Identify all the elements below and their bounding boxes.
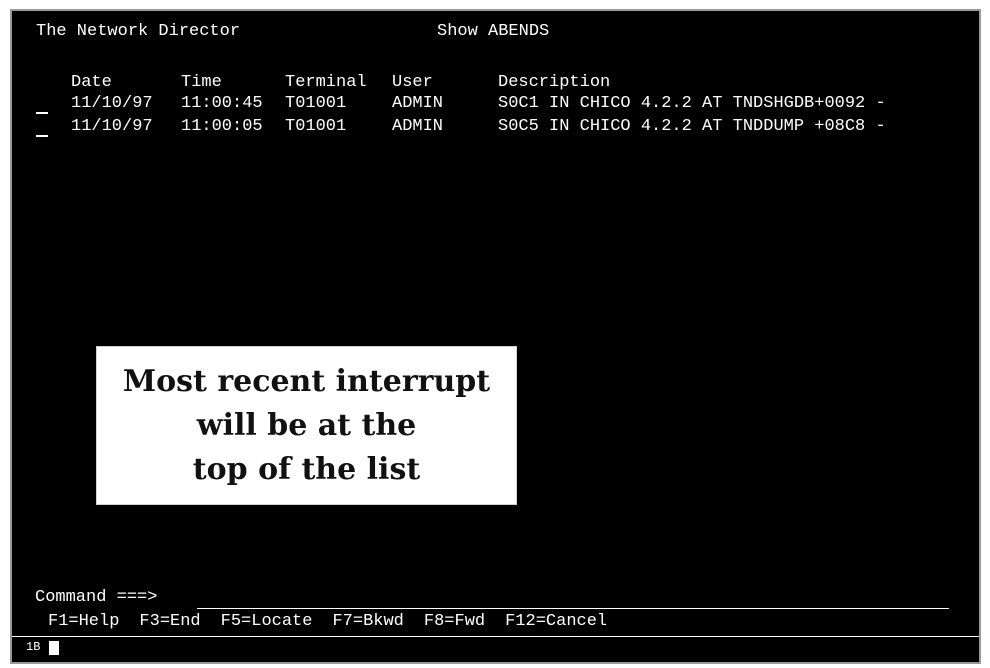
- f5-locate-key[interactable]: F5=Locate: [221, 612, 313, 632]
- f7-backward-key[interactable]: F7=Bkwd: [332, 612, 403, 632]
- row-time: 11:00:05: [181, 117, 263, 136]
- column-header-terminal: Terminal: [285, 73, 367, 92]
- f1-help-key[interactable]: F1=Help: [48, 612, 119, 632]
- status-indicator: 1B: [26, 640, 41, 654]
- command-input[interactable]: [197, 589, 949, 609]
- row-date: 11/10/97: [71, 94, 153, 113]
- row-select-field[interactable]: [36, 123, 48, 137]
- row-user: ADMIN: [392, 117, 444, 136]
- callout-line: top of the list: [192, 451, 421, 487]
- f3-end-key[interactable]: F3=End: [139, 612, 200, 632]
- row-select-field[interactable]: [36, 100, 48, 114]
- column-header-user: User: [392, 73, 433, 92]
- row-description: S0C1 IN CHICO 4.2.2 AT TNDSHGDB+0092 -: [498, 94, 886, 113]
- column-header-description: Description: [498, 73, 611, 92]
- callout-note: Most recent interrupt will be at the top…: [96, 346, 517, 505]
- terminal-window: The Network Director Show ABENDS Date Ti…: [10, 9, 981, 664]
- row-user: ADMIN: [392, 94, 444, 113]
- cursor-block: [49, 641, 59, 655]
- function-key-bar: F1=Help F3=End F5=Locate F7=Bkwd F8=Fwd …: [48, 612, 607, 632]
- f12-cancel-key[interactable]: F12=Cancel: [505, 612, 607, 632]
- command-label: Command ===>: [35, 588, 158, 607]
- row-date: 11/10/97: [71, 117, 153, 136]
- row-time: 11:00:45: [181, 94, 263, 113]
- column-header-time: Time: [181, 73, 222, 92]
- screen-title: Show ABENDS: [437, 22, 550, 41]
- f8-forward-key[interactable]: F8=Fwd: [424, 612, 485, 632]
- row-terminal: T01001: [285, 94, 347, 113]
- app-title: The Network Director: [36, 22, 241, 41]
- row-terminal: T01001: [285, 117, 347, 136]
- callout-line: Most recent interrupt: [122, 363, 491, 399]
- column-header-date: Date: [71, 73, 112, 92]
- callout-line: will be at the: [196, 407, 417, 443]
- status-divider: [12, 636, 979, 637]
- row-description: S0C5 IN CHICO 4.2.2 AT TNDDUMP +08C8 -: [498, 117, 886, 136]
